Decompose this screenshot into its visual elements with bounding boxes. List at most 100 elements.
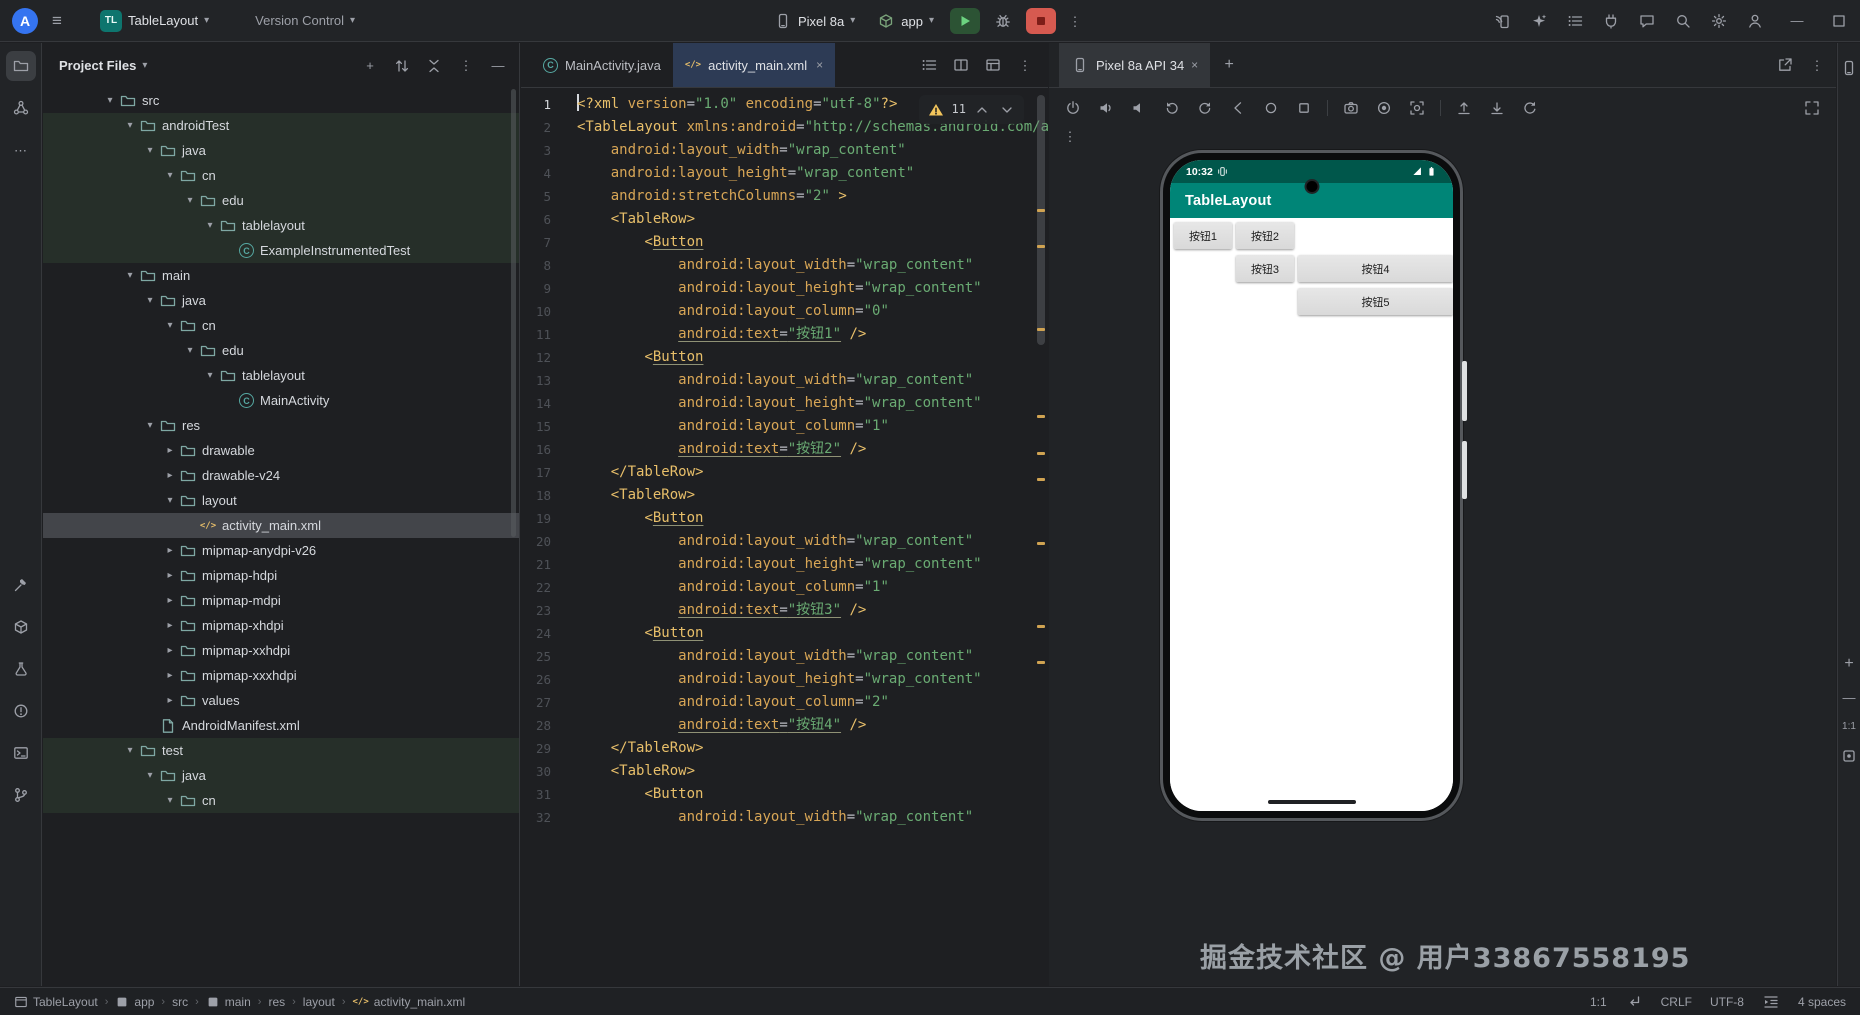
tree-item-res[interactable]: ▾res (43, 413, 519, 438)
device-selector[interactable]: Pixel 8a ▾ (768, 8, 861, 34)
chevron-right-icon[interactable]: ▸ (161, 645, 179, 656)
tree-item-mipmap-hdpi[interactable]: ▸mipmap-hdpi (43, 563, 519, 588)
tool-strip-commit-button[interactable] (6, 93, 36, 123)
zoom-out-icon[interactable]: — (1840, 688, 1858, 706)
tree-item-layout[interactable]: ▾layout (43, 488, 519, 513)
warning-stripe-mark[interactable] (1037, 245, 1045, 248)
next-warning-icon[interactable] (998, 101, 1016, 119)
phone-button-按钮1[interactable]: 按钮1 (1174, 222, 1232, 249)
search-icon[interactable] (1674, 12, 1692, 30)
warning-stripe-mark[interactable] (1037, 328, 1045, 331)
tree-item-androidTest[interactable]: ▾androidTest (43, 113, 519, 138)
close-device-tab-icon[interactable]: × (1191, 58, 1198, 72)
project-collapse-icon[interactable] (425, 57, 443, 75)
tree-item-AndroidManifest.xml[interactable]: AndroidManifest.xml (43, 713, 519, 738)
line-separator-icon[interactable] (1625, 993, 1643, 1011)
run-configuration-selector[interactable]: app ▾ (871, 8, 940, 34)
line-ending-widget[interactable]: CRLF (1661, 995, 1692, 1009)
open-in-window-icon[interactable] (1776, 56, 1794, 74)
tool-strip-more-h-button[interactable]: ⋯ (6, 135, 36, 165)
user-icon[interactable] (1746, 12, 1764, 30)
warning-stripe-mark[interactable] (1037, 478, 1045, 481)
tree-item-java[interactable]: ▾java (43, 138, 519, 163)
chevron-down-icon[interactable]: ▾ (161, 170, 179, 181)
volume-down-button[interactable] (1127, 96, 1151, 120)
project-widget[interactable]: TL TableLayout ▾ (94, 6, 215, 36)
tree-item-mipmap-mdpi[interactable]: ▸mipmap-mdpi (43, 588, 519, 613)
gear-icon[interactable] (1710, 12, 1728, 30)
chevron-down-icon[interactable]: ▾ (141, 145, 159, 156)
chevron-down-icon[interactable]: ▾ (141, 295, 159, 306)
volume-up-button[interactable] (1094, 96, 1118, 120)
breadcrumb-app[interactable]: app (115, 995, 154, 1009)
download-button[interactable] (1485, 96, 1509, 120)
plugin-icon[interactable] (1602, 12, 1620, 30)
tree-item-drawable-v24[interactable]: ▸drawable-v24 (43, 463, 519, 488)
tree-item-cn[interactable]: ▾cn (43, 788, 519, 813)
design-view-icon[interactable] (984, 56, 1002, 74)
app-logo-icon[interactable]: A (12, 8, 38, 34)
tab-activity-main-xml[interactable]: </> activity_main.xml × (673, 43, 835, 87)
tree-item-main[interactable]: ▾main (43, 263, 519, 288)
ai-icon[interactable] (1530, 12, 1548, 30)
project-minus-icon[interactable]: — (489, 57, 507, 75)
screenshot-frame-icon[interactable] (1840, 747, 1858, 765)
tree-item-edu[interactable]: ▾edu (43, 338, 519, 363)
project-panel-title[interactable]: Project Files (59, 58, 136, 73)
chevron-right-icon[interactable]: ▸ (161, 470, 179, 481)
tree-item-tablelayout[interactable]: ▾tablelayout (43, 363, 519, 388)
chevron-right-icon[interactable]: ▸ (161, 620, 179, 631)
previous-warning-icon[interactable] (973, 101, 991, 119)
chevron-right-icon[interactable]: ▸ (161, 545, 179, 556)
rotate-left-button[interactable] (1160, 96, 1184, 120)
breadcrumb-layout[interactable]: layout (303, 995, 335, 1009)
chevron-down-icon[interactable]: ▾ (181, 195, 199, 206)
tool-strip-terminal-button[interactable] (6, 738, 36, 768)
warning-stripe-mark[interactable] (1037, 452, 1045, 455)
chevron-down-icon[interactable]: ▾ (161, 495, 179, 506)
list-icon[interactable] (1566, 12, 1584, 30)
tree-item-tablelayout[interactable]: ▾tablelayout (43, 213, 519, 238)
code-editor[interactable]: 1<?xml version="1.0" encoding="utf-8"?>2… (521, 89, 1048, 986)
toolbar-overflow-more-icon[interactable]: ⋮ (1061, 127, 1079, 145)
restart-button[interactable] (1518, 96, 1542, 120)
code-view-icon[interactable] (920, 56, 938, 74)
indent-widget[interactable]: 4 spaces (1798, 995, 1846, 1009)
tool-strip-project-button[interactable] (6, 51, 36, 81)
chevron-down-icon[interactable]: ▾ (121, 120, 139, 131)
chat-icon[interactable] (1638, 12, 1656, 30)
close-tab-icon[interactable]: × (816, 58, 823, 72)
chevron-right-icon[interactable]: ▸ (161, 595, 179, 606)
run-button[interactable] (950, 8, 980, 34)
zoom-reset-button[interactable]: 1:1 (1842, 721, 1856, 732)
more-actions-icon[interactable]: ⋮ (1066, 12, 1084, 30)
caret-position-widget[interactable]: 1:1 (1590, 995, 1607, 1009)
breadcrumb-res[interactable]: res (268, 995, 285, 1009)
home-button[interactable] (1259, 96, 1283, 120)
tree-item-java[interactable]: ▾java (43, 763, 519, 788)
device-stream-icon[interactable] (1494, 12, 1512, 30)
tool-strip-logcat-button[interactable] (6, 654, 36, 684)
chevron-down-icon[interactable]: ▾ (121, 270, 139, 281)
split-view-icon[interactable] (952, 56, 970, 74)
inspection-widget[interactable]: 11 (919, 95, 1024, 124)
add-device-tab-icon[interactable]: + (1220, 56, 1238, 74)
tree-item-mipmap-xhdpi[interactable]: ▸mipmap-xhdpi (43, 613, 519, 638)
breadcrumb-src[interactable]: src (172, 995, 188, 1009)
tree-item-mipmap-xxhdpi[interactable]: ▸mipmap-xxhdpi (43, 638, 519, 663)
project-more-v-icon[interactable]: ⋮ (457, 57, 475, 75)
stop-button[interactable] (1026, 8, 1056, 34)
phone-button-按钮3[interactable]: 按钮3 (1236, 255, 1294, 282)
breadcrumb-main[interactable]: main (206, 995, 251, 1009)
chevron-right-icon[interactable]: ▸ (161, 445, 179, 456)
tree-item-test[interactable]: ▾test (43, 738, 519, 763)
warning-stripe-mark[interactable] (1037, 415, 1045, 418)
overview-button[interactable] (1292, 96, 1316, 120)
phone-button-按钮4[interactable]: 按钮4 (1298, 255, 1453, 282)
tree-item-drawable[interactable]: ▸drawable (43, 438, 519, 463)
breadcrumb-TableLayout[interactable]: TableLayout (14, 995, 98, 1009)
version-control-widget[interactable]: Version Control ▾ (249, 9, 361, 32)
device-screen[interactable]: 10:32 TableLayout 按钮1按钮2按钮3按钮4按钮5 (1170, 160, 1453, 811)
chevron-down-icon[interactable]: ▾ (181, 345, 199, 356)
chevron-down-icon[interactable]: ▾ (121, 745, 139, 756)
